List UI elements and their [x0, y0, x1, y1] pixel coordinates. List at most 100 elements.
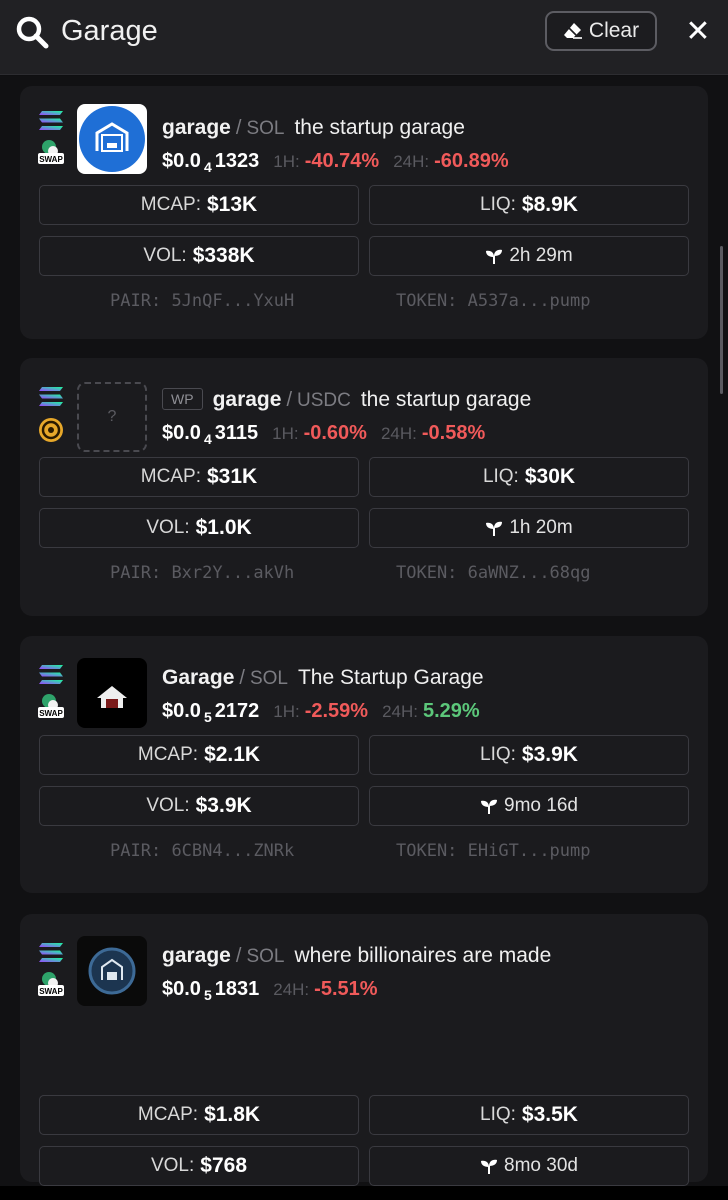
pair-address[interactable]: PAIR: 5JnQF...YxuH [110, 291, 294, 311]
vol-label: VOL: [146, 517, 190, 538]
mcap-label: MCAP: [137, 1104, 199, 1125]
token-name: Garage [162, 666, 235, 689]
token-label: TOKEN: [396, 841, 458, 861]
pair-address[interactable]: PAIR: 6CBN4...ZNRk [110, 841, 294, 861]
liq-value: $3.5K [521, 1103, 578, 1126]
token-name: garage [212, 388, 282, 411]
mcap-stat: MCAP: $2.1K [39, 735, 359, 775]
vol-value: $1.0K [195, 516, 252, 539]
age-value: 9mo 16d [504, 795, 578, 816]
result-card[interactable]: SWAP garage / SOL the startup garage $0.… [20, 86, 708, 339]
result-card[interactable]: ? WP garage / USDC the startup garage $0… [20, 358, 708, 616]
token-value: A537a...pump [467, 291, 591, 311]
bottom-edge [0, 1186, 728, 1200]
token-address[interactable]: TOKEN: A537a...pump [396, 291, 591, 311]
age-value: 1h 20m [509, 517, 573, 538]
token-logo [77, 936, 147, 1006]
liq-label: LIQ: [482, 466, 519, 487]
price-digits: 2172 [214, 700, 260, 722]
token-description: the startup garage [360, 388, 532, 411]
mcap-stat: MCAP: $13K [39, 185, 359, 225]
vol-value: $338K [192, 244, 255, 267]
token-title: WP garage / USDC the startup garage [162, 388, 531, 412]
pair-address[interactable]: PAIR: Bxr2Y...akVh [110, 563, 294, 583]
search-input[interactable]: Garage [61, 14, 158, 48]
change-1h-label: 1H: [273, 152, 300, 171]
token-description: the startup garage [294, 116, 465, 139]
svg-text:SWAP: SWAP [39, 987, 63, 996]
token-logo [77, 658, 147, 728]
token-address[interactable]: TOKEN: EHiGT...pump [396, 841, 591, 861]
close-icon[interactable]: ✕ [684, 17, 712, 47]
change-24h-label: 24H: [273, 980, 310, 999]
liq-stat: LIQ: $3.9K [369, 735, 689, 775]
vol-value: $3.9K [195, 794, 252, 817]
vol-stat: VOL: $768 [39, 1146, 359, 1186]
result-card[interactable]: SWAP garage / SOL where billionaires are… [20, 914, 708, 1186]
swap-icon: SWAP [38, 694, 64, 718]
search-bar: Garage Clear ✕ [0, 0, 728, 75]
mcap-stat: MCAP: $31K [39, 457, 359, 497]
price-zero-count: 5 [203, 709, 212, 725]
result-card[interactable]: SWAP Garage / SOL The Startup Garage $0.… [20, 636, 708, 893]
liq-value: $8.9K [521, 193, 578, 216]
pair-separator: / [286, 389, 292, 411]
liq-stat: LIQ: $8.9K [369, 185, 689, 225]
change-1h: -40.74% [304, 150, 380, 172]
mcap-stat: MCAP: $1.8K [39, 1095, 359, 1135]
price-zero-count: 4 [203, 431, 212, 447]
change-1h: -0.60% [303, 422, 367, 444]
vol-stat: VOL: $1.0K [39, 508, 359, 548]
liq-stat: LIQ: $3.5K [369, 1095, 689, 1135]
seedling-icon [481, 799, 498, 814]
mcap-value: $1.8K [204, 1103, 261, 1126]
pair-value: 6CBN4...ZNRk [171, 841, 295, 861]
pair-separator: / [235, 945, 242, 967]
clear-button-label: Clear [588, 19, 640, 42]
search-icon[interactable] [14, 14, 50, 50]
price-zero-count: 4 [203, 159, 212, 175]
token-title: garage / SOL where billionaires are made [162, 944, 551, 968]
price-row: $0.0 4 1323 1H: -40.74% 24H: -60.89% [162, 150, 509, 175]
token-title: garage / SOL the startup garage [162, 116, 465, 140]
scrollbar[interactable] [720, 246, 723, 394]
pair-value: Bxr2Y...akVh [171, 563, 295, 583]
price-prefix: $0.0 [162, 700, 201, 722]
token-logo [77, 104, 147, 174]
change-1h-label: 1H: [272, 424, 299, 443]
change-24h: 5.29% [423, 700, 480, 722]
clear-button[interactable]: Clear [545, 11, 657, 51]
mcap-value: $31K [206, 465, 258, 488]
placeholder-mark: ? [107, 408, 117, 425]
vol-stat: VOL: $338K [39, 236, 359, 276]
change-24h: -0.58% [421, 422, 486, 444]
eraser-icon [563, 23, 582, 39]
age-stat: 8mo 30d [369, 1146, 689, 1186]
quote-token: USDC [297, 390, 351, 411]
vol-stat: VOL: $3.9K [39, 786, 359, 826]
age-stat: 2h 29m [369, 236, 689, 276]
vol-label: VOL: [143, 245, 187, 266]
liq-label: LIQ: [480, 744, 516, 765]
vol-label: VOL: [150, 1155, 195, 1176]
liq-value: $3.9K [521, 743, 578, 766]
change-1h-label: 1H: [273, 702, 300, 721]
mcap-value: $2.1K [204, 743, 261, 766]
age-value: 8mo 30d [504, 1155, 578, 1176]
solana-icon [39, 943, 63, 962]
token-address[interactable]: TOKEN: 6aWNZ...68qg [396, 563, 591, 583]
mcap-label: MCAP: [137, 744, 199, 765]
age-stat: 9mo 16d [369, 786, 689, 826]
token-logo-placeholder: ? [77, 382, 147, 452]
token-label: TOKEN: [396, 291, 458, 311]
mcap-label: MCAP: [140, 194, 201, 215]
token-name: garage [162, 116, 231, 139]
change-24h-label: 24H: [382, 702, 418, 721]
price-row: $0.0 4 3115 1H: -0.60% 24H: -0.58% [162, 422, 486, 447]
age-stat: 1h 20m [369, 508, 689, 548]
swap-icon: SWAP [38, 972, 64, 996]
seedling-icon [486, 521, 503, 536]
seedling-icon [481, 1159, 498, 1174]
mcap-value: $13K [206, 193, 258, 216]
pair-separator: / [239, 667, 245, 689]
